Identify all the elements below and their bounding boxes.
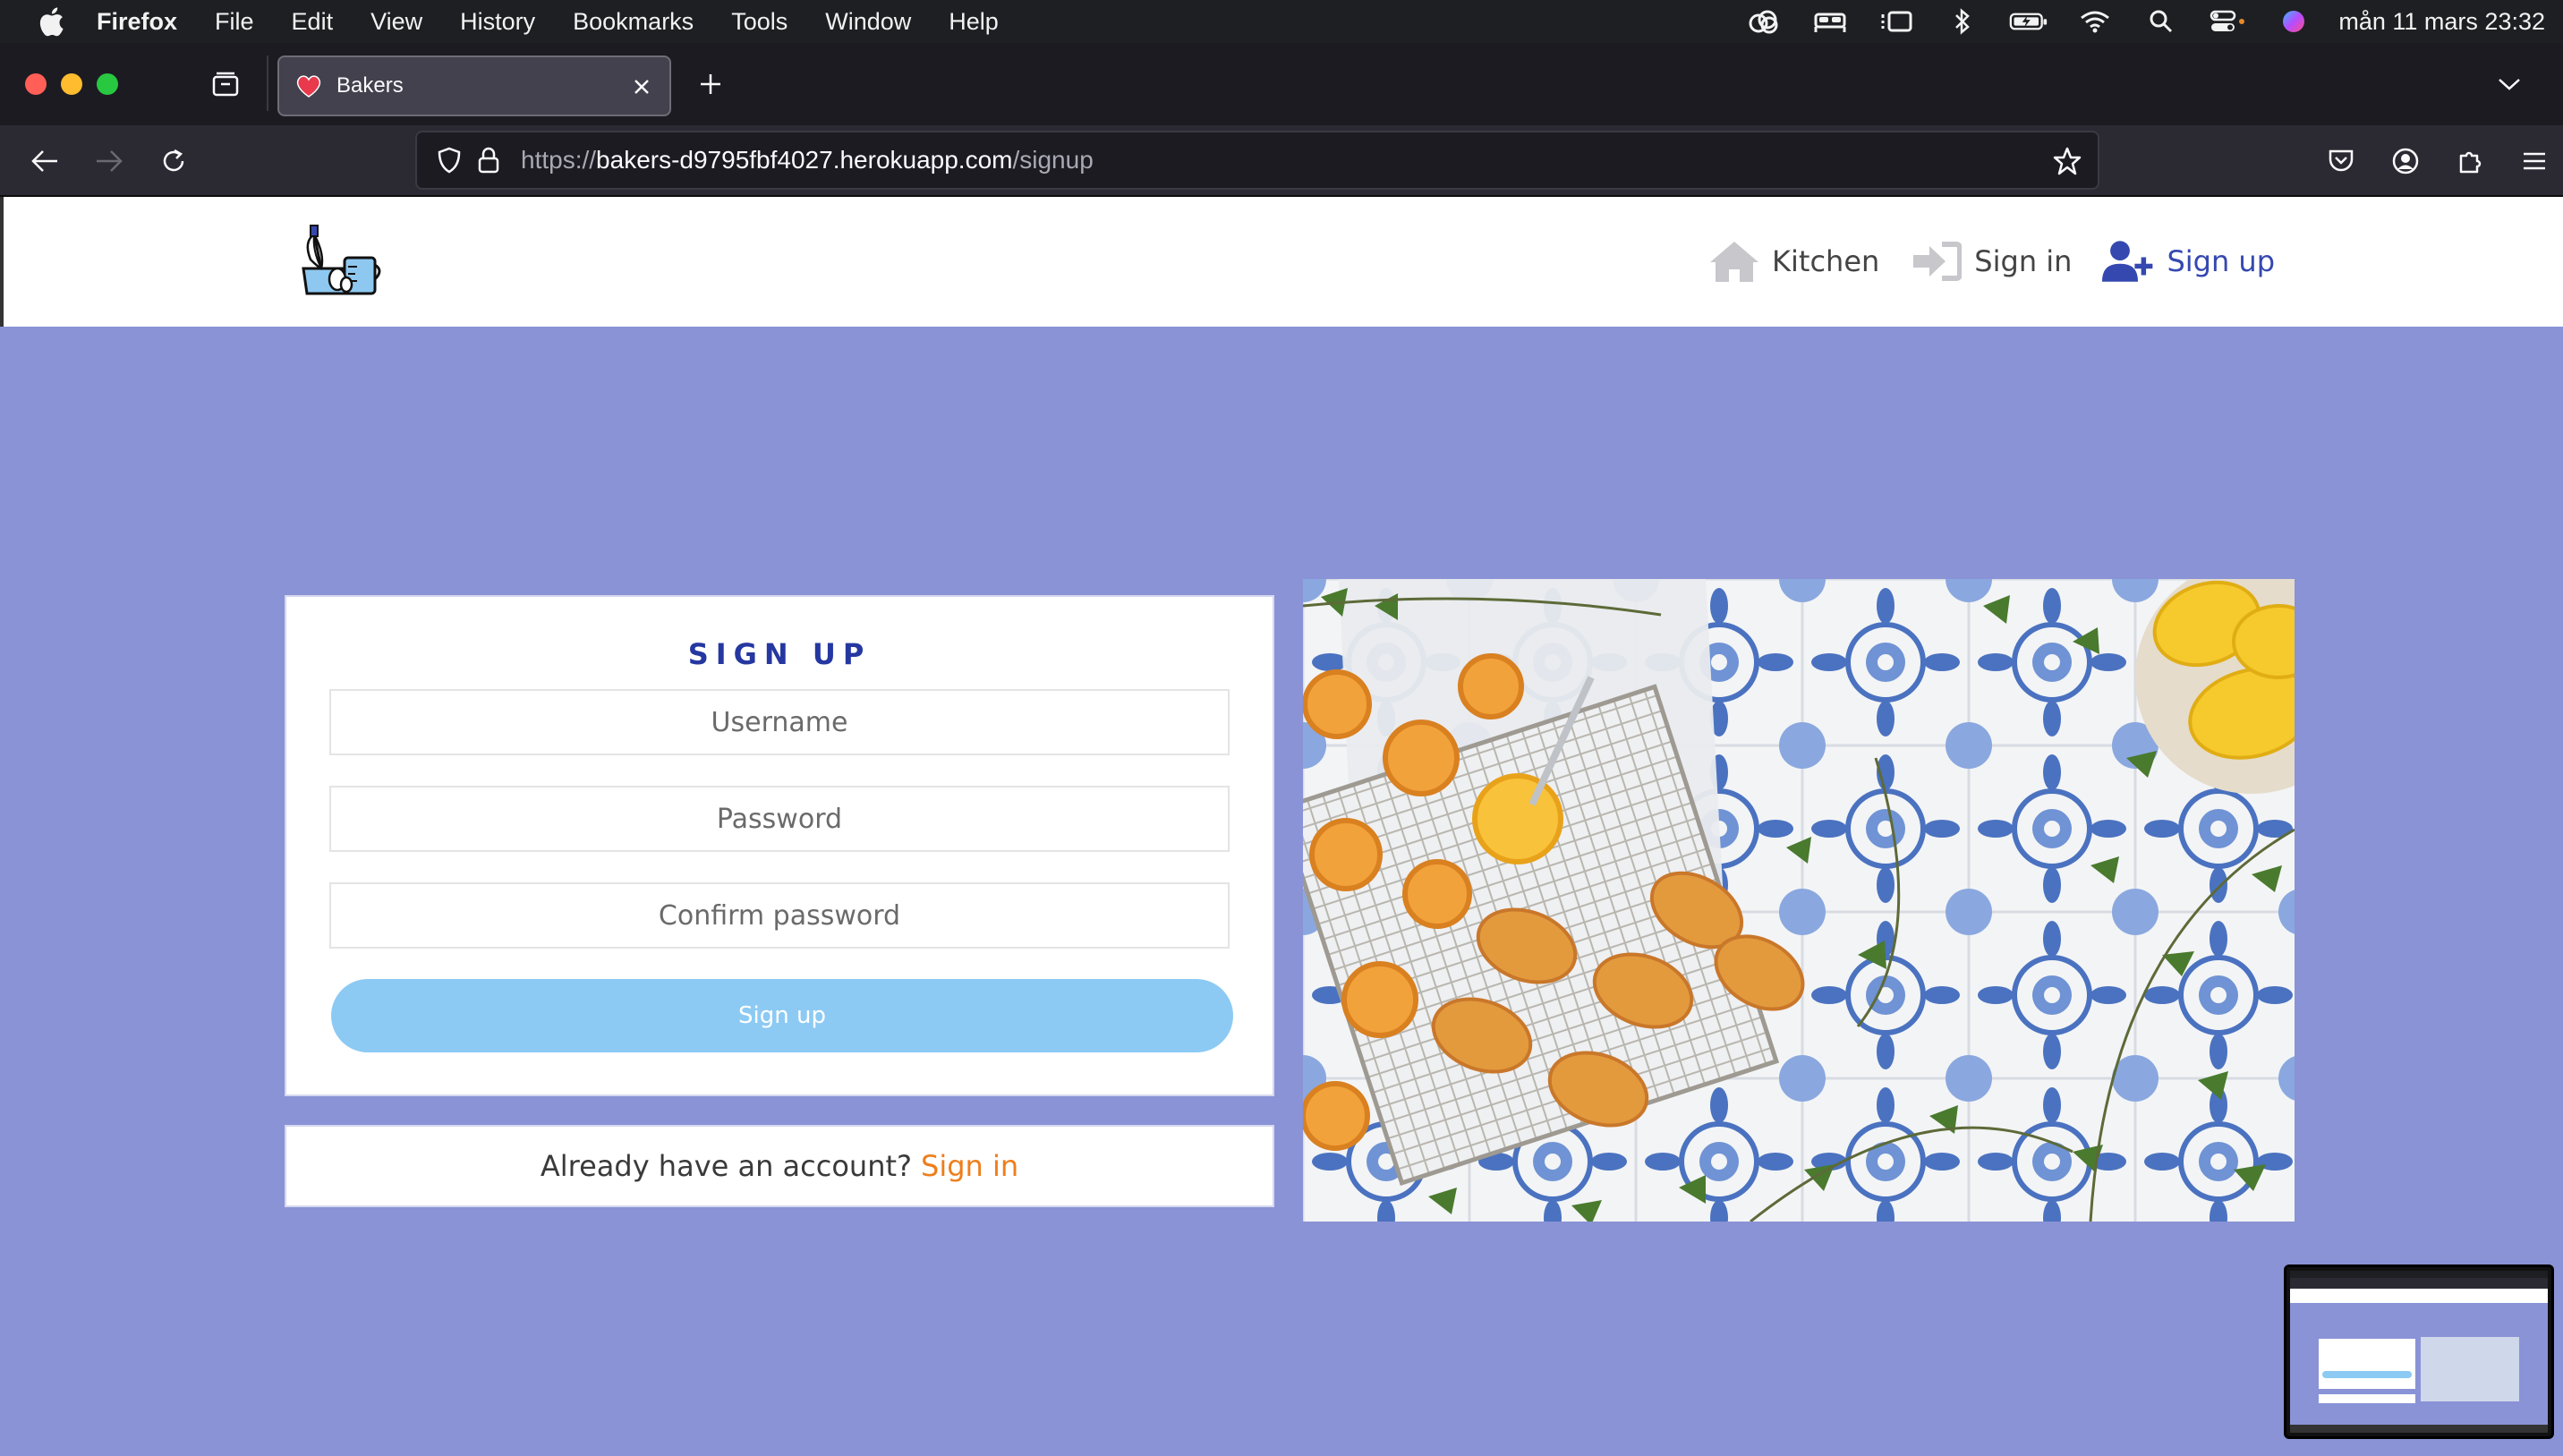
forward-arrow-icon[interactable] bbox=[89, 141, 129, 181]
hero-baking-image bbox=[1303, 579, 2295, 1222]
url-text[interactable]: https://bakers-d9795fbf4027.herokuapp.co… bbox=[521, 146, 1094, 175]
screenshot-preview-thumbnail[interactable] bbox=[2284, 1264, 2554, 1439]
browser-nav-bar: https://bakers-d9795fbf4027.herokuapp.co… bbox=[0, 125, 2563, 197]
creative-cloud-icon[interactable] bbox=[1744, 8, 1784, 35]
control-center-icon[interactable] bbox=[2208, 8, 2247, 35]
url-bar[interactable]: https://bakers-d9795fbf4027.herokuapp.co… bbox=[415, 131, 2099, 190]
site-nav: Kitchen Sign in Sign up bbox=[1677, 234, 2275, 288]
sign-in-prompt-card: Already have an account? Sign in bbox=[285, 1125, 1274, 1207]
menu-tools[interactable]: Tools bbox=[731, 8, 788, 36]
macos-menubar: Firefox File Edit View History Bookmarks… bbox=[0, 0, 2563, 43]
tracking-protection-shield-icon[interactable] bbox=[430, 140, 469, 180]
tab-close-icon[interactable] bbox=[626, 72, 657, 102]
page-viewport: Kitchen Sign in Sign up SIGN UP Sign up … bbox=[0, 197, 2563, 1456]
new-tab-plus-icon[interactable] bbox=[693, 66, 728, 102]
list-all-tabs-chevron-icon[interactable] bbox=[2491, 66, 2527, 102]
sign-up-button[interactable]: Sign up bbox=[331, 979, 1233, 1052]
signup-heading: SIGN UP bbox=[687, 637, 872, 671]
window-minimize-button[interactable] bbox=[61, 73, 82, 95]
nav-link-kitchen-label: Kitchen bbox=[1772, 244, 1880, 278]
sign-in-link[interactable]: Sign in bbox=[921, 1149, 1018, 1183]
bakers-logo-icon[interactable] bbox=[294, 224, 384, 300]
confirm-password-input[interactable] bbox=[329, 882, 1230, 949]
url-scheme: https:// bbox=[521, 146, 597, 174]
heart-favicon-icon bbox=[294, 71, 324, 101]
window-close-button[interactable] bbox=[25, 73, 47, 95]
apple-menu-icon[interactable] bbox=[34, 4, 68, 38]
hamburger-menu-icon[interactable] bbox=[2515, 141, 2554, 181]
nav-link-sign-in-label: Sign in bbox=[1974, 244, 2073, 278]
menu-view[interactable]: View bbox=[370, 8, 422, 36]
browser-tab[interactable]: Bakers bbox=[277, 55, 671, 116]
bookmark-star-icon[interactable] bbox=[2048, 141, 2087, 181]
battery-icon[interactable] bbox=[2009, 8, 2048, 35]
pocket-icon[interactable] bbox=[2321, 141, 2361, 181]
stage-manager-icon[interactable] bbox=[1877, 8, 1916, 35]
extensions-puzzle-icon[interactable] bbox=[2450, 141, 2490, 181]
sign-in-arrow-icon bbox=[1910, 236, 1963, 286]
menu-window[interactable]: Window bbox=[825, 8, 911, 36]
url-host: bakers-d9795fbf4027.herokuapp.com bbox=[596, 146, 1013, 174]
spotlight-search-icon[interactable] bbox=[2142, 8, 2181, 35]
user-plus-icon bbox=[2102, 236, 2156, 286]
url-path: /signup bbox=[1012, 146, 1094, 174]
account-icon[interactable] bbox=[2386, 141, 2425, 181]
nav-link-sign-up-label: Sign up bbox=[2167, 244, 2275, 278]
siri-icon[interactable] bbox=[2274, 8, 2313, 35]
menu-edit[interactable]: Edit bbox=[292, 8, 334, 36]
menubar-clock[interactable]: mån 11 mars 23:32 bbox=[2338, 8, 2545, 36]
window-zoom-button[interactable] bbox=[97, 73, 118, 95]
bluetooth-icon[interactable] bbox=[1943, 8, 1982, 35]
back-arrow-icon[interactable] bbox=[25, 141, 64, 181]
nav-link-kitchen[interactable]: Kitchen bbox=[1707, 236, 1879, 286]
house-icon bbox=[1707, 236, 1761, 286]
username-input[interactable] bbox=[329, 689, 1230, 755]
menu-bookmarks[interactable]: Bookmarks bbox=[573, 8, 694, 36]
password-input[interactable] bbox=[329, 786, 1230, 852]
sign-in-prompt-text: Already have an account? bbox=[540, 1149, 913, 1183]
nav-link-sign-up[interactable]: Sign up bbox=[2102, 236, 2275, 286]
nav-link-sign-in[interactable]: Sign in bbox=[1910, 236, 2072, 286]
menu-help[interactable]: Help bbox=[949, 8, 999, 36]
padlock-icon[interactable] bbox=[469, 140, 508, 180]
site-header: Kitchen Sign in Sign up bbox=[0, 197, 2563, 327]
reload-icon[interactable] bbox=[154, 141, 193, 181]
tab-title: Bakers bbox=[336, 73, 404, 98]
wifi-icon[interactable] bbox=[2075, 8, 2115, 35]
tab-strip-divider bbox=[267, 55, 268, 111]
firefox-view-icon[interactable] bbox=[208, 66, 243, 102]
menu-app-name[interactable]: Firefox bbox=[97, 8, 177, 36]
bed-icon[interactable] bbox=[1810, 8, 1850, 35]
menu-file[interactable]: File bbox=[215, 8, 254, 36]
menu-history[interactable]: History bbox=[460, 8, 535, 36]
